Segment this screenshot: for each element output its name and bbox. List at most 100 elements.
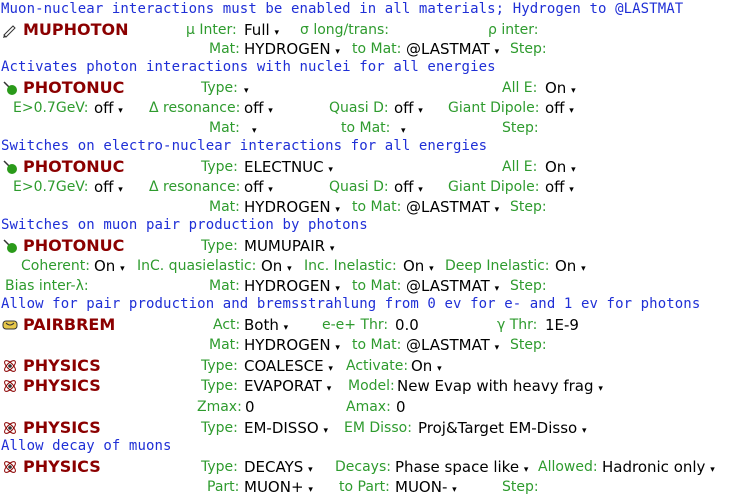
type-label: Type: bbox=[201, 358, 238, 374]
gamma-thr-input[interactable]: 1E-9 bbox=[545, 316, 579, 334]
type-dropdown[interactable]: EVAPORAT ▾ bbox=[244, 377, 331, 395]
inc-quasielastic-dropdown[interactable]: On ▾ bbox=[261, 257, 292, 275]
photonuc1-row2: E>0.7GeV: off ▾ Δ resonance: off ▾ Quasi… bbox=[0, 98, 751, 118]
all-e-label: All E: bbox=[502, 80, 538, 96]
physics4-row2: Part: MUON+ ▾ to Part: MUON- ▾ Step: bbox=[0, 477, 751, 497]
quasi-d-dropdown[interactable]: off ▾ bbox=[394, 178, 423, 196]
mat-dropdown[interactable]: HYDROGEN ▾ bbox=[244, 198, 340, 216]
photonuc1-row3: Mat: ▾ to Mat: ▾ Step: bbox=[0, 118, 751, 138]
ee-thr-label: e-e+ Thr: bbox=[322, 317, 389, 333]
mu-inter-dropdown[interactable]: Full ▾ bbox=[244, 21, 279, 39]
step-label: Step: bbox=[510, 337, 547, 353]
quasi-d-dropdown[interactable]: off ▾ bbox=[394, 99, 423, 117]
allowed-label: Allowed: bbox=[538, 459, 598, 475]
delta-resonance-dropdown[interactable]: off ▾ bbox=[244, 99, 273, 117]
to-mat-dropdown[interactable]: @LASTMAT ▾ bbox=[406, 40, 499, 58]
photonuc3-row2: Coherent: On ▾ InC. quasielastic: On ▾ I… bbox=[0, 256, 751, 276]
quasi-d-label: Quasi D: bbox=[329, 100, 389, 116]
comment-pairbrem: Allow for pair production and bremsstrah… bbox=[1, 296, 701, 312]
type-dropdown[interactable]: MUMUPAIR ▾ bbox=[244, 237, 334, 255]
type-dropdown[interactable]: EM-DISSO ▾ bbox=[244, 419, 328, 437]
type-label: Type: bbox=[201, 238, 238, 254]
mat-dropdown[interactable]: HYDROGEN ▾ bbox=[244, 336, 340, 354]
type-label: Type: bbox=[201, 80, 238, 96]
to-part-label: to Part: bbox=[339, 479, 390, 495]
type-dropdown[interactable]: DECAYS ▾ bbox=[244, 458, 313, 476]
mat-dropdown[interactable]: HYDROGEN ▾ bbox=[244, 277, 340, 295]
card-physics-1[interactable]: PHYSICS Type: COALESCE ▾ Activate: On ▾ bbox=[0, 356, 751, 376]
comment-photonuc-3: Switches on muon pair production by phot… bbox=[1, 217, 368, 233]
amax-label: Amax: bbox=[346, 399, 391, 415]
to-mat-dropdown[interactable]: @LASTMAT ▾ bbox=[406, 198, 499, 216]
part-dropdown[interactable]: MUON+ ▾ bbox=[244, 478, 313, 496]
pairbrem-row2: Mat: HYDROGEN ▾ to Mat: @LASTMAT ▾ Step: bbox=[0, 335, 751, 355]
zmax-label: Zmax: bbox=[197, 399, 242, 415]
to-mat-dropdown[interactable]: @LASTMAT ▾ bbox=[406, 277, 499, 295]
all-e-dropdown[interactable]: On ▾ bbox=[545, 158, 576, 176]
mu-inter-label: μ Inter: bbox=[186, 22, 237, 38]
e07-dropdown[interactable]: off ▾ bbox=[94, 99, 123, 117]
ee-thr-input[interactable]: 0.0 bbox=[395, 316, 419, 334]
act-dropdown[interactable]: Both ▾ bbox=[244, 316, 288, 334]
inc-inelastic-dropdown[interactable]: On ▾ bbox=[403, 257, 434, 275]
green-ball-icon bbox=[3, 239, 17, 253]
comment-physics-4: Allow decay of muons bbox=[1, 438, 172, 454]
amax-input[interactable]: 0 bbox=[396, 398, 406, 416]
giant-dipole-dropdown[interactable]: off ▾ bbox=[545, 178, 574, 196]
coherent-dropdown[interactable]: On ▾ bbox=[94, 257, 125, 275]
decays-dropdown[interactable]: Phase space like ▾ bbox=[395, 458, 528, 476]
mat-label: Mat: bbox=[209, 120, 240, 136]
photonuc2-row3: Mat: HYDROGEN ▾ to Mat: @LASTMAT ▾ Step: bbox=[0, 197, 751, 217]
delta-resonance-dropdown[interactable]: off ▾ bbox=[244, 178, 273, 196]
mat-dropdown[interactable]: ▾ bbox=[252, 119, 257, 137]
type-dropdown[interactable]: COALESCE ▾ bbox=[244, 357, 333, 375]
to-mat-label: to Mat: bbox=[352, 199, 402, 215]
card-photonuc-1[interactable]: PHOTONUC Type: ▾ All E: On ▾ bbox=[0, 78, 751, 98]
to-part-dropdown[interactable]: MUON- ▾ bbox=[395, 478, 457, 496]
card-pairbrem[interactable]: PAIRBREM Act: Both ▾ e-e+ Thr: 0.0 γ Thr… bbox=[0, 315, 751, 335]
mat-dropdown[interactable]: HYDROGEN ▾ bbox=[244, 40, 340, 58]
giant-dipole-dropdown[interactable]: off ▾ bbox=[545, 99, 574, 117]
card-name: PHOTONUC bbox=[23, 78, 125, 97]
step-label: Step: bbox=[510, 278, 547, 294]
deep-inelastic-label: Deep Inelastic: bbox=[445, 258, 550, 274]
type-dropdown[interactable]: ELECTNUC ▾ bbox=[244, 158, 333, 176]
card-photonuc-3[interactable]: PHOTONUC Type: MUMUPAIR ▾ bbox=[0, 236, 751, 256]
gamma-thr-label: γ Thr: bbox=[497, 317, 538, 333]
model-dropdown[interactable]: New Evap with heavy frag ▾ bbox=[397, 377, 603, 395]
card-name: MUPHOTON bbox=[23, 20, 129, 39]
rho-inter-label: ρ inter: bbox=[488, 22, 539, 38]
delta-resonance-label: Δ resonance: bbox=[149, 100, 241, 116]
sigma-label: σ long/trans: bbox=[300, 22, 389, 38]
mat-label: Mat: bbox=[209, 41, 240, 57]
card-muphoton[interactable]: MUPHOTON μ Inter: Full ▾ σ long/trans: ρ… bbox=[0, 20, 751, 40]
deep-inelastic-dropdown[interactable]: On ▾ bbox=[555, 257, 586, 275]
card-physics-3[interactable]: PHYSICS Type: EM-DISSO ▾ EM Disso: Proj&… bbox=[0, 418, 751, 438]
model-label: Model: bbox=[348, 378, 395, 394]
atom-icon bbox=[4, 422, 16, 434]
part-label: Part: bbox=[207, 479, 240, 495]
pencil-icon bbox=[3, 25, 16, 38]
bias-inter-label: Bias inter-λ: bbox=[5, 278, 89, 294]
type-label: Type: bbox=[201, 420, 238, 436]
to-mat-dropdown[interactable]: @LASTMAT ▾ bbox=[406, 336, 499, 354]
type-dropdown[interactable]: ▾ bbox=[244, 79, 249, 97]
type-label: Type: bbox=[201, 378, 238, 394]
card-photonuc-2[interactable]: PHOTONUC Type: ELECTNUC ▾ All E: On ▾ bbox=[0, 157, 751, 177]
em-disso-label: EM Disso: bbox=[344, 420, 412, 436]
step-label: Step: bbox=[510, 199, 547, 215]
allowed-dropdown[interactable]: Hadronic only ▾ bbox=[602, 458, 715, 476]
card-physics-2[interactable]: PHYSICS Type: EVAPORAT ▾ Model: New Evap… bbox=[0, 376, 751, 396]
card-name: PAIRBREM bbox=[23, 315, 116, 334]
mat-label: Mat: bbox=[209, 278, 240, 294]
activate-dropdown[interactable]: On ▾ bbox=[411, 357, 442, 375]
inc-quasielastic-label: InC. quasielastic: bbox=[137, 258, 257, 274]
zmax-input[interactable]: 0 bbox=[245, 398, 255, 416]
all-e-dropdown[interactable]: On ▾ bbox=[545, 79, 576, 97]
activate-label: Activate: bbox=[346, 358, 409, 374]
giant-dipole-label: Giant Dipole: bbox=[448, 100, 540, 116]
to-mat-dropdown[interactable]: ▾ bbox=[401, 119, 406, 137]
e07-dropdown[interactable]: off ▾ bbox=[94, 178, 123, 196]
em-disso-dropdown[interactable]: Proj&Target EM-Disso ▾ bbox=[418, 419, 587, 437]
card-physics-4[interactable]: PHYSICS Type: DECAYS ▾ Decays: Phase spa… bbox=[0, 457, 751, 477]
